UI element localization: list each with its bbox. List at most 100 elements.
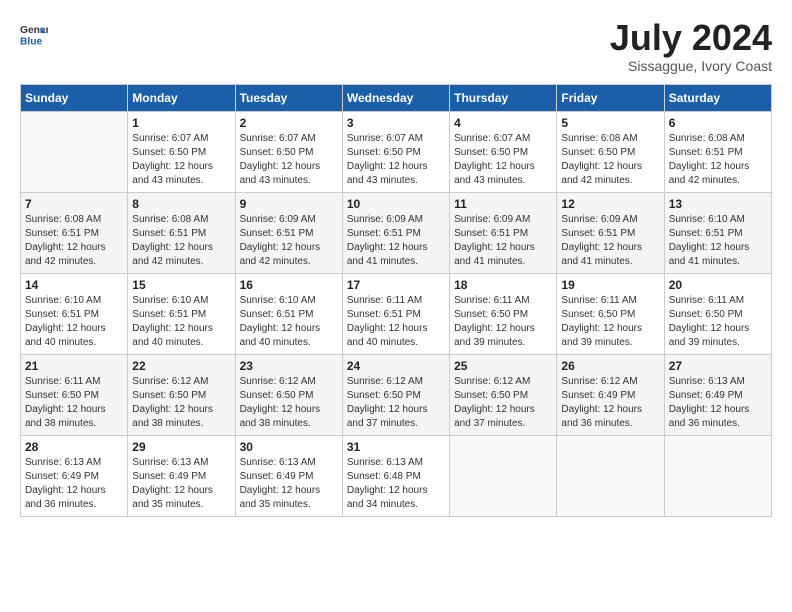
week-row-1: 1 Sunrise: 6:07 AMSunset: 6:50 PMDaylight…: [21, 112, 772, 193]
day-cell: 29Sunrise: 6:13 AMSunset: 6:49 PMDayligh…: [128, 436, 235, 517]
day-info: Sunrise: 6:08 AMSunset: 6:51 PMDaylight:…: [132, 213, 230, 269]
day-info: Sunrise: 6:13 AMSunset: 6:49 PMDaylight:…: [25, 456, 123, 512]
day-number: 17: [347, 278, 445, 292]
day-cell: 24 Sunrise: 6:12 AMSunset: 6:50 PMDayligh…: [342, 355, 449, 436]
column-header-tuesday: Tuesday: [235, 85, 342, 112]
column-header-wednesday: Wednesday: [342, 85, 449, 112]
day-info: Sunrise: 6:12 AMSunset: 6:49 PMDaylight:…: [561, 375, 659, 431]
page-header: General Blue July 2024 Sissaggue, Ivory …: [20, 20, 772, 74]
calendar-body: 1 Sunrise: 6:07 AMSunset: 6:50 PMDaylight…: [21, 112, 772, 517]
day-number: 11: [454, 197, 552, 211]
day-info: Sunrise: 6:09 AMSunset: 6:51 PMDaylight:…: [347, 213, 445, 269]
day-info: Sunrise: 6:07 AMSunset: 6:50 PMDaylight:…: [132, 132, 230, 188]
day-cell: 20 Sunrise: 6:11 AMSunset: 6:50 PMDayligh…: [664, 274, 771, 355]
day-cell: 30Sunrise: 6:13 AMSunset: 6:49 PMDayligh…: [235, 436, 342, 517]
day-number: 20: [669, 278, 767, 292]
day-info: Sunrise: 6:08 AMSunset: 6:51 PMDaylight:…: [669, 132, 767, 188]
day-info: Sunrise: 6:12 AMSunset: 6:50 PMDaylight:…: [132, 375, 230, 431]
day-info: Sunrise: 6:13 AMSunset: 6:49 PMDaylight:…: [240, 456, 338, 512]
day-info: Sunrise: 6:09 AMSunset: 6:51 PMDaylight:…: [454, 213, 552, 269]
day-cell: 15 Sunrise: 6:10 AMSunset: 6:51 PMDayligh…: [128, 274, 235, 355]
svg-text:Blue: Blue: [20, 36, 43, 47]
column-header-thursday: Thursday: [450, 85, 557, 112]
day-number: 19: [561, 278, 659, 292]
day-number: 13: [669, 197, 767, 211]
day-cell: 27Sunrise: 6:13 AMSunset: 6:49 PMDayligh…: [664, 355, 771, 436]
day-cell: 25 Sunrise: 6:12 AMSunset: 6:50 PMDayligh…: [450, 355, 557, 436]
day-cell: 22 Sunrise: 6:12 AMSunset: 6:50 PMDayligh…: [128, 355, 235, 436]
day-number: 10: [347, 197, 445, 211]
day-cell: 28 Sunrise: 6:13 AMSunset: 6:49 PMDayligh…: [21, 436, 128, 517]
day-number: 14: [25, 278, 123, 292]
day-cell: 2 Sunrise: 6:07 AMSunset: 6:50 PMDaylight…: [235, 112, 342, 193]
day-info: Sunrise: 6:08 AMSunset: 6:50 PMDaylight:…: [561, 132, 659, 188]
day-cell: 31 Sunrise: 6:13 AMSunset: 6:48 PMDayligh…: [342, 436, 449, 517]
logo: General Blue: [20, 20, 48, 48]
week-row-2: 7Sunrise: 6:08 AMSunset: 6:51 PMDaylight…: [21, 193, 772, 274]
location: Sissaggue, Ivory Coast: [610, 58, 772, 74]
day-info: Sunrise: 6:11 AMSunset: 6:50 PMDaylight:…: [25, 375, 123, 431]
day-number: 16: [240, 278, 338, 292]
day-cell: [557, 436, 664, 517]
day-cell: 14 Sunrise: 6:10 AMSunset: 6:51 PMDayligh…: [21, 274, 128, 355]
day-number: 2: [240, 116, 338, 130]
day-info: Sunrise: 6:13 AMSunset: 6:48 PMDaylight:…: [347, 456, 445, 512]
day-cell: 7Sunrise: 6:08 AMSunset: 6:51 PMDaylight…: [21, 193, 128, 274]
column-header-monday: Monday: [128, 85, 235, 112]
day-cell: 23Sunrise: 6:12 AMSunset: 6:50 PMDayligh…: [235, 355, 342, 436]
day-number: 8: [132, 197, 230, 211]
day-cell: 8 Sunrise: 6:08 AMSunset: 6:51 PMDaylight…: [128, 193, 235, 274]
calendar-header-row: SundayMondayTuesdayWednesdayThursdayFrid…: [21, 85, 772, 112]
day-number: 1: [132, 116, 230, 130]
day-cell: 6 Sunrise: 6:08 AMSunset: 6:51 PMDaylight…: [664, 112, 771, 193]
day-info: Sunrise: 6:07 AMSunset: 6:50 PMDaylight:…: [240, 132, 338, 188]
day-cell: 19 Sunrise: 6:11 AMSunset: 6:50 PMDayligh…: [557, 274, 664, 355]
column-header-saturday: Saturday: [664, 85, 771, 112]
day-number: 26: [561, 359, 659, 373]
day-info: Sunrise: 6:09 AMSunset: 6:51 PMDaylight:…: [561, 213, 659, 269]
day-cell: 11 Sunrise: 6:09 AMSunset: 6:51 PMDayligh…: [450, 193, 557, 274]
day-number: 31: [347, 440, 445, 454]
day-number: 6: [669, 116, 767, 130]
day-cell: 21Sunrise: 6:11 AMSunset: 6:50 PMDayligh…: [21, 355, 128, 436]
day-info: Sunrise: 6:07 AMSunset: 6:50 PMDaylight:…: [454, 132, 552, 188]
day-number: 18: [454, 278, 552, 292]
svg-text:General: General: [20, 25, 48, 36]
day-info: Sunrise: 6:12 AMSunset: 6:50 PMDaylight:…: [240, 375, 338, 431]
calendar-table: SundayMondayTuesdayWednesdayThursdayFrid…: [20, 84, 772, 517]
day-number: 22: [132, 359, 230, 373]
day-number: 15: [132, 278, 230, 292]
day-number: 12: [561, 197, 659, 211]
day-info: Sunrise: 6:07 AMSunset: 6:50 PMDaylight:…: [347, 132, 445, 188]
day-cell: 18 Sunrise: 6:11 AMSunset: 6:50 PMDayligh…: [450, 274, 557, 355]
day-number: 9: [240, 197, 338, 211]
day-cell: 12 Sunrise: 6:09 AMSunset: 6:51 PMDayligh…: [557, 193, 664, 274]
day-info: Sunrise: 6:11 AMSunset: 6:50 PMDaylight:…: [454, 294, 552, 350]
day-cell: 16Sunrise: 6:10 AMSunset: 6:51 PMDayligh…: [235, 274, 342, 355]
day-cell: 10 Sunrise: 6:09 AMSunset: 6:51 PMDayligh…: [342, 193, 449, 274]
day-number: 29: [132, 440, 230, 454]
month-title: July 2024: [610, 20, 772, 56]
day-info: Sunrise: 6:12 AMSunset: 6:50 PMDaylight:…: [454, 375, 552, 431]
day-info: Sunrise: 6:10 AMSunset: 6:51 PMDaylight:…: [132, 294, 230, 350]
day-cell: 17Sunrise: 6:11 AMSunset: 6:51 PMDayligh…: [342, 274, 449, 355]
day-info: Sunrise: 6:13 AMSunset: 6:49 PMDaylight:…: [669, 375, 767, 431]
day-number: 24: [347, 359, 445, 373]
day-number: 25: [454, 359, 552, 373]
logo-icon: General Blue: [20, 20, 48, 48]
day-info: Sunrise: 6:09 AMSunset: 6:51 PMDaylight:…: [240, 213, 338, 269]
day-number: 28: [25, 440, 123, 454]
day-info: Sunrise: 6:11 AMSunset: 6:50 PMDaylight:…: [561, 294, 659, 350]
day-cell: [21, 112, 128, 193]
day-cell: 1 Sunrise: 6:07 AMSunset: 6:50 PMDaylight…: [128, 112, 235, 193]
day-info: Sunrise: 6:11 AMSunset: 6:50 PMDaylight:…: [669, 294, 767, 350]
day-number: 4: [454, 116, 552, 130]
week-row-5: 28 Sunrise: 6:13 AMSunset: 6:49 PMDayligh…: [21, 436, 772, 517]
week-row-3: 14 Sunrise: 6:10 AMSunset: 6:51 PMDayligh…: [21, 274, 772, 355]
day-info: Sunrise: 6:12 AMSunset: 6:50 PMDaylight:…: [347, 375, 445, 431]
column-header-sunday: Sunday: [21, 85, 128, 112]
day-info: Sunrise: 6:10 AMSunset: 6:51 PMDaylight:…: [25, 294, 123, 350]
title-section: July 2024 Sissaggue, Ivory Coast: [610, 20, 772, 74]
day-number: 5: [561, 116, 659, 130]
day-cell: 13Sunrise: 6:10 AMSunset: 6:51 PMDayligh…: [664, 193, 771, 274]
